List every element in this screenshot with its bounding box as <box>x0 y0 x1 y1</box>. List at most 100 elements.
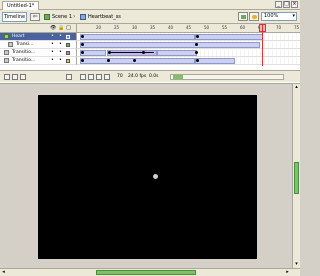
horizontal-scroll-thumb[interactable] <box>96 270 196 275</box>
eye-icon[interactable]: 👁 <box>50 26 56 31</box>
layer-icon <box>4 50 9 55</box>
layer-row-transition-3[interactable]: Transitio... • • <box>0 57 77 65</box>
outline-swatch[interactable] <box>66 51 70 55</box>
motion-tween-span[interactable] <box>107 50 157 56</box>
layer-icon <box>4 34 9 39</box>
lock-dot[interactable]: • <box>59 33 62 40</box>
tween-span[interactable] <box>195 58 235 64</box>
back-arrow-icon[interactable]: ⇦ <box>30 13 40 21</box>
visibility-dot[interactable]: • <box>51 49 54 56</box>
insert-folder-icon[interactable] <box>20 74 26 80</box>
registration-point[interactable] <box>153 174 158 179</box>
scroll-right-arrow-icon[interactable]: ▸ <box>284 269 291 276</box>
elapsed-time: 0.0s <box>149 74 159 79</box>
keyframe[interactable] <box>142 51 145 54</box>
ruler-label: 55 <box>222 25 228 30</box>
edit-multiple-frames-icon[interactable] <box>104 74 110 80</box>
visibility-dot[interactable]: • <box>51 33 54 40</box>
scene-icon <box>44 14 50 20</box>
outline-icon[interactable]: □ <box>66 26 71 31</box>
breadcrumb-symbol[interactable]: Heartbeat_ss <box>80 13 121 21</box>
edit-scene-icon[interactable] <box>238 12 248 21</box>
zoom-select[interactable]: 100% <box>261 12 297 21</box>
keyframe[interactable] <box>196 35 199 38</box>
insert-layer-icon[interactable] <box>4 74 10 80</box>
layer-icon <box>4 58 9 63</box>
minimize-icon[interactable]: _ <box>275 1 282 8</box>
scroll-up-arrow-icon[interactable]: ▴ <box>293 84 300 91</box>
keyframe[interactable] <box>133 59 136 62</box>
tween-span[interactable] <box>195 34 263 40</box>
ruler-label: 75 <box>294 25 300 30</box>
visibility-dot[interactable]: • <box>51 41 54 48</box>
delete-layer-icon[interactable] <box>66 74 72 80</box>
keyframe[interactable] <box>195 43 198 46</box>
onion-outline-icon[interactable] <box>96 74 102 80</box>
keyframe[interactable] <box>107 59 110 62</box>
visibility-dot[interactable]: • <box>51 57 54 64</box>
ruler-label: 70 <box>276 25 282 30</box>
vertical-scrollbar[interactable]: ▴ ▾ <box>292 84 300 268</box>
stage-canvas[interactable] <box>38 95 257 259</box>
outline-swatch[interactable] <box>66 43 70 47</box>
layer-name: Heart <box>12 34 25 39</box>
scroll-down-arrow-icon[interactable]: ▾ <box>293 261 300 268</box>
ruler-label: 60 <box>240 25 246 30</box>
timeline-footer: 70 24.0 fps 0.0s <box>0 70 300 82</box>
tween-span[interactable] <box>80 34 195 40</box>
tween-span[interactable] <box>80 42 260 48</box>
frame-ruler[interactable]: 20 25 30 35 40 45 50 55 60 65 70 75 <box>77 24 300 33</box>
frame-row-transition-1[interactable] <box>77 41 300 49</box>
outline-swatch[interactable] <box>66 35 70 39</box>
lock-dot[interactable]: • <box>59 49 62 56</box>
breadcrumb-separator: › <box>73 13 76 20</box>
timeline-scroll-thumb[interactable] <box>173 75 183 79</box>
layer-name: Transi... <box>16 42 34 47</box>
breadcrumb-symbol-label: Heartbeat_ss <box>88 14 121 20</box>
edit-symbols-icon[interactable] <box>249 12 259 21</box>
layer-row-heart[interactable]: Heart • • <box>0 33 77 41</box>
lock-dot[interactable]: • <box>59 57 62 64</box>
keyframe[interactable] <box>81 43 84 46</box>
layer-row-transition-1[interactable]: Transi... • • <box>0 41 77 49</box>
center-frame-icon[interactable] <box>80 74 86 80</box>
document-tab[interactable]: Untitled-1* <box>2 1 40 10</box>
timeline-horizontal-scrollbar[interactable] <box>170 74 284 80</box>
onion-skin-icon[interactable] <box>88 74 94 80</box>
outline-swatch[interactable] <box>66 59 70 63</box>
timeline-toggle-button[interactable]: Timeline <box>2 12 27 22</box>
ruler-label: 25 <box>114 25 120 30</box>
frame-row-heart[interactable] <box>77 33 300 41</box>
keyframe[interactable] <box>108 51 111 54</box>
frame-row-transition-3[interactable] <box>77 57 300 65</box>
maximize-icon[interactable]: □ <box>283 1 290 8</box>
close-icon[interactable]: × <box>291 1 298 8</box>
ruler-label: 50 <box>204 25 210 30</box>
lock-dot[interactable]: • <box>59 41 62 48</box>
ruler-label: 35 <box>150 25 156 30</box>
playhead-line[interactable] <box>262 24 263 66</box>
layer-row-transition-2[interactable]: Transitio... • • <box>0 49 77 57</box>
layer-header: 👁 🔒 □ <box>0 24 77 33</box>
keyframe[interactable] <box>195 51 198 54</box>
horizontal-scrollbar[interactable]: ◂ ▸ <box>0 268 300 276</box>
lock-icon[interactable]: 🔒 <box>58 26 64 31</box>
frame-row-transition-2[interactable] <box>77 49 300 57</box>
ruler-label: 30 <box>132 25 138 30</box>
tween-span[interactable] <box>157 50 197 56</box>
scroll-left-arrow-icon[interactable]: ◂ <box>0 269 7 276</box>
ruler-label: 40 <box>168 25 174 30</box>
add-guide-layer-icon[interactable] <box>12 74 18 80</box>
keyframe[interactable] <box>196 59 199 62</box>
keyframe[interactable] <box>81 59 84 62</box>
tween-span[interactable] <box>80 58 195 64</box>
breadcrumb-scene[interactable]: Scene 1 <box>44 13 72 21</box>
frame-grid[interactable] <box>77 33 300 66</box>
vertical-scroll-thumb[interactable] <box>294 162 299 194</box>
keyframe[interactable] <box>81 51 84 54</box>
keyframe[interactable] <box>81 35 84 38</box>
ruler-label: 20 <box>96 25 102 30</box>
layer-name: Transitio... <box>12 50 36 55</box>
stage-area[interactable] <box>0 84 292 268</box>
mask-layer-icon <box>8 42 13 47</box>
